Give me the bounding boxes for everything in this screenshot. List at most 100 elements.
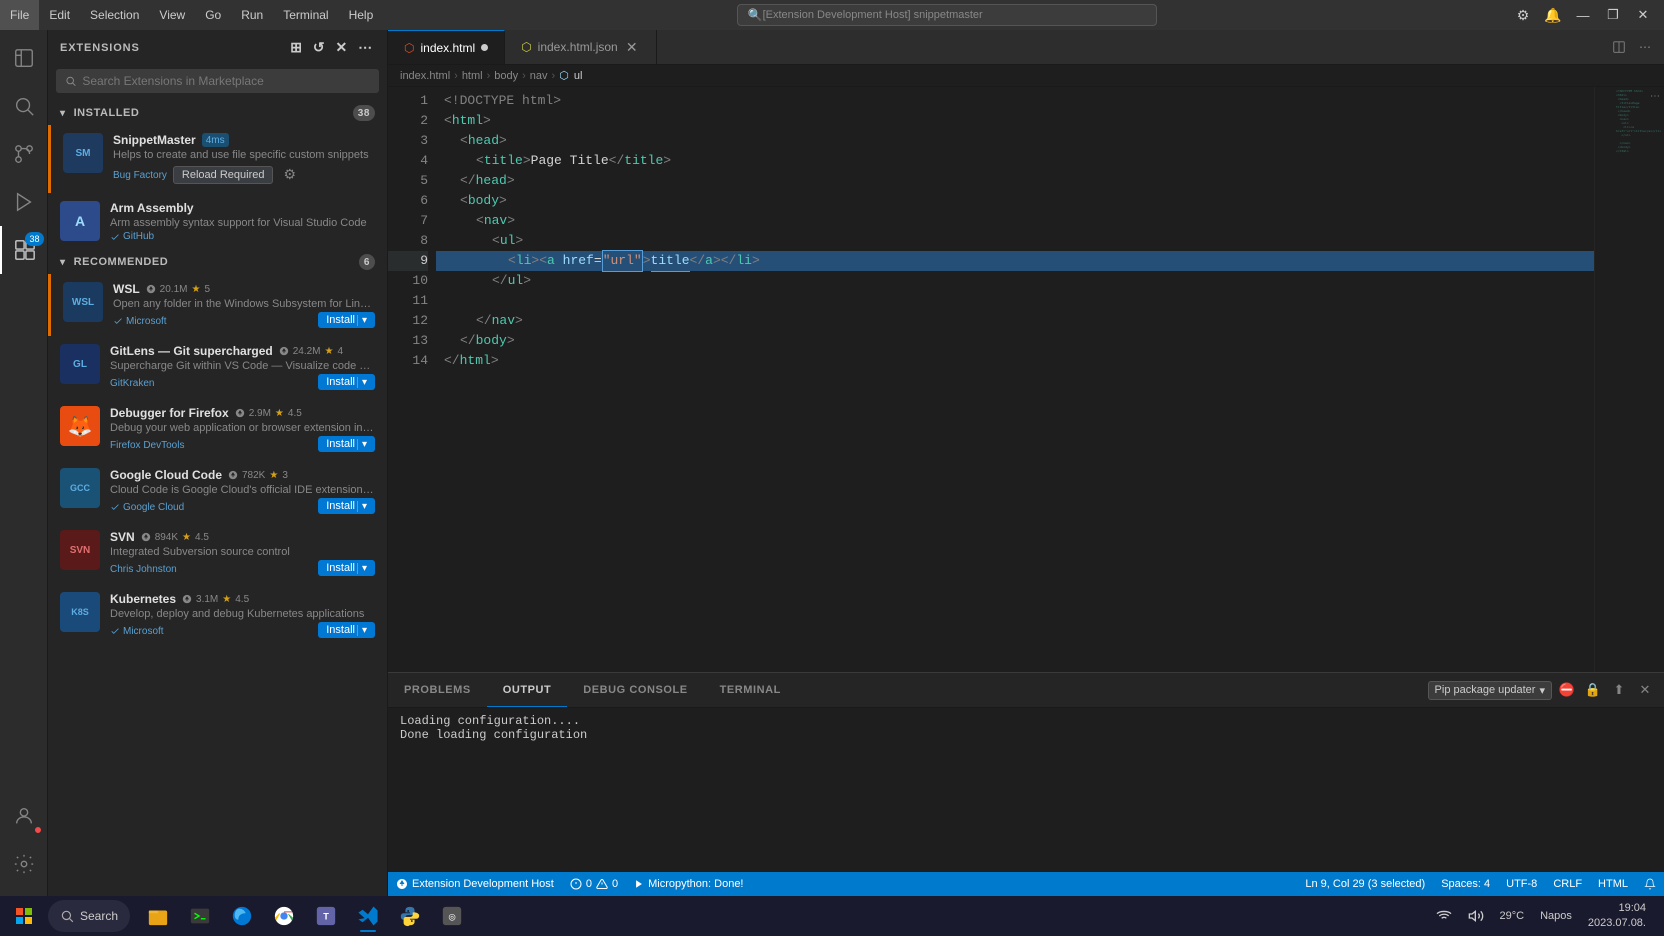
status-spaces[interactable]: Spaces: 4 (1433, 872, 1498, 896)
menu-help[interactable]: Help (339, 0, 384, 30)
ext-wsl[interactable]: WSL WSL 20.1M ★5 Open any folder in the … (48, 274, 387, 336)
tab-index-html[interactable]: ⬡ index.html (388, 30, 505, 64)
restore-button[interactable]: ❐ (1600, 4, 1626, 26)
k8s-install-dropdown-icon[interactable]: ▾ (357, 625, 367, 636)
ext-arm-assembly[interactable]: A Arm Assembly Arm assembly syntax suppo… (48, 193, 387, 250)
minimize-button[interactable]: — (1570, 4, 1596, 26)
clear-icon[interactable]: ✕ (333, 37, 350, 58)
taskbar-terminal[interactable] (180, 898, 220, 934)
code-editor[interactable]: 1 2 3 4 5 6 7 8 9 10 11 12 13 14 <!DOCTY… (388, 87, 1664, 672)
taskbar-search-button[interactable]: Search (48, 900, 130, 932)
panel-tab-problems[interactable]: PROBLEMS (388, 673, 487, 707)
recommended-label: RECOMMENDED (74, 256, 169, 268)
activity-extensions[interactable]: 38 (0, 226, 48, 274)
google-cloud-install-btn[interactable]: Install ▾ (318, 498, 375, 514)
taskbar-vscode[interactable] (348, 898, 388, 934)
taskbar-python-idle[interactable] (390, 898, 430, 934)
taskbar-location[interactable]: Napos (1534, 898, 1578, 934)
taskbar-temperature[interactable]: 29°C (1494, 898, 1531, 934)
menu-selection[interactable]: Selection (80, 0, 149, 30)
start-button[interactable] (4, 898, 44, 934)
activity-remote[interactable] (0, 274, 48, 322)
panel-lock-btn[interactable]: 🔒 (1582, 679, 1604, 701)
wsl-install-dropdown-icon[interactable]: ▾ (357, 315, 367, 326)
ext-firefox-debugger[interactable]: 🦊 Debugger for Firefox 2.9M ★4.5 Debug y… (48, 398, 387, 460)
ext-google-cloud-code[interactable]: GCC Google Cloud Code 782K ★3 Cloud Code… (48, 460, 387, 522)
installed-section-header[interactable]: ▾ INSTALLED 38 (48, 101, 387, 125)
menu-terminal[interactable]: Terminal (273, 0, 338, 30)
menu-run[interactable]: Run (231, 0, 273, 30)
settings-sync-icon[interactable]: ⚙ (1510, 4, 1536, 26)
panel-tab-terminal[interactable]: TERMINAL (704, 673, 797, 707)
activity-accounts[interactable] (0, 792, 48, 840)
svn-install-dropdown-icon[interactable]: ▾ (357, 563, 367, 574)
taskbar-volume-icon-wrapper[interactable] (1462, 898, 1490, 934)
minimap-toggle-icon[interactable]: ⋯ (1650, 91, 1660, 102)
extensions-search-box[interactable] (56, 69, 379, 93)
taskbar-teams[interactable]: T (306, 898, 346, 934)
more-actions-icon[interactable]: ⋯ (356, 37, 375, 58)
firefox-debugger-install-btn[interactable]: Install ▾ (318, 436, 375, 452)
gitlens-install-btn[interactable]: Install ▾ (318, 374, 375, 390)
gitlens-install-dropdown-icon[interactable]: ▾ (357, 377, 367, 388)
menu-go[interactable]: Go (195, 0, 231, 30)
snippetmaster-settings-btn[interactable]: ⚙ (279, 164, 300, 185)
taskbar-file-explorer[interactable] (138, 898, 178, 934)
activity-source-control[interactable] (0, 130, 48, 178)
split-editor-btn[interactable] (1608, 36, 1630, 58)
panel-close-btn[interactable]: ✕ (1634, 679, 1656, 701)
ext-gitlens[interactable]: GL GitLens — Git supercharged 24.2M ★4 S… (48, 336, 387, 398)
wsl-install-btn[interactable]: Install ▾ (318, 312, 375, 328)
status-remote[interactable]: Extension Development Host (388, 872, 562, 896)
refresh-icon[interactable]: ↺ (311, 37, 328, 58)
taskbar-edge[interactable] (222, 898, 262, 934)
activity-run[interactable] (0, 178, 48, 226)
ext-snippetmaster[interactable]: SM SnippetMaster 4ms Helps to create and… (48, 125, 387, 193)
output-channel-dropdown[interactable]: Pip package updater ▾ (1428, 681, 1552, 700)
ext-kubernetes[interactable]: K8S Kubernetes 3.1M ★4.5 Develop, deploy… (48, 584, 387, 646)
activity-search[interactable] (0, 82, 48, 130)
activity-explorer[interactable] (0, 34, 48, 82)
breadcrumb-ul[interactable]: ⬡ ul (559, 69, 582, 82)
taskbar-chrome[interactable] (264, 898, 304, 934)
status-bar: Extension Development Host 0 0 Micropyth… (388, 872, 1664, 896)
status-encoding[interactable]: UTF-8 (1498, 872, 1545, 896)
panel-clear-btn[interactable]: ⛔ (1556, 679, 1578, 701)
panel-tab-output[interactable]: OUTPUT (487, 673, 568, 707)
panel-tab-debug-console[interactable]: DEBUG CONSOLE (567, 673, 703, 707)
menu-file[interactable]: File (0, 0, 39, 30)
panel-maximize-btn[interactable]: ⬆ (1608, 679, 1630, 701)
titlebar-search-box[interactable]: 🔍 [Extension Development Host] snippetma… (737, 4, 1157, 26)
status-line-endings[interactable]: CRLF (1545, 872, 1590, 896)
filter-icon[interactable]: ⊞ (288, 37, 305, 58)
gitlens-desc: Supercharge Git within VS Code — Visuali… (110, 360, 375, 372)
kubernetes-install-btn[interactable]: Install ▾ (318, 622, 375, 638)
tab-index-json[interactable]: ⬡ index.html.json ✕ (505, 30, 657, 64)
status-errors[interactable]: 0 0 (562, 872, 626, 896)
close-button[interactable]: ✕ (1630, 4, 1656, 26)
svn-install-btn[interactable]: Install ▾ (318, 560, 375, 576)
breadcrumb-body[interactable]: body (494, 70, 518, 82)
taskbar-clock[interactable]: 19:04 2023.07.08. (1582, 898, 1652, 934)
ext-svn[interactable]: SVN SVN 894K ★4.5 Integrated Subversion … (48, 522, 387, 584)
tab-index-json-close[interactable]: ✕ (624, 39, 640, 55)
menu-edit[interactable]: Edit (39, 0, 80, 30)
more-editor-btn[interactable]: ⋯ (1634, 36, 1656, 58)
status-position[interactable]: Ln 9, Col 29 (3 selected) (1297, 872, 1433, 896)
breadcrumb-html[interactable]: html (462, 70, 483, 82)
extensions-search-input[interactable] (82, 74, 370, 88)
status-language[interactable]: HTML (1590, 872, 1636, 896)
breadcrumb-index-html[interactable]: index.html (400, 70, 450, 82)
taskbar-another-app[interactable]: ◎ (432, 898, 472, 934)
menu-view[interactable]: View (149, 0, 195, 30)
breadcrumb-nav[interactable]: nav (530, 70, 548, 82)
gcc-install-dropdown-icon[interactable]: ▾ (357, 501, 367, 512)
snippetmaster-reload-btn[interactable]: Reload Required (173, 166, 274, 184)
status-notifications[interactable] (1636, 872, 1664, 896)
taskbar-network-icon-wrapper[interactable] (1430, 898, 1458, 934)
notification-icon[interactable]: 🔔 (1540, 4, 1566, 26)
recommended-section-header[interactable]: ▾ RECOMMENDED 6 (48, 250, 387, 274)
activity-settings[interactable] (0, 840, 48, 888)
firefox-install-dropdown-icon[interactable]: ▾ (357, 439, 367, 450)
status-micropython[interactable]: Micropython: Done! (626, 872, 751, 896)
